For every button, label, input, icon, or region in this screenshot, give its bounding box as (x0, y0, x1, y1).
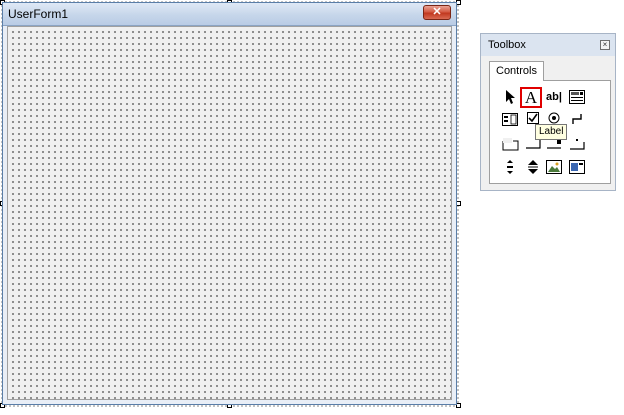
tooltip-label: Label (535, 124, 568, 140)
refedit-icon (569, 160, 585, 174)
tab-controls[interactable]: Controls (489, 61, 544, 81)
spin-button-icon (528, 160, 538, 174)
label-A-icon: A (524, 88, 538, 107)
tabstrip-icon (547, 140, 561, 149)
userform-title: UserForm1 (8, 7, 69, 21)
close-icon: × (602, 40, 608, 49)
userform-close-button[interactable]: ✕ (423, 5, 451, 20)
tool-textbox[interactable]: ab| (543, 87, 565, 108)
tool-image[interactable] (543, 157, 565, 178)
tool-multipage[interactable] (566, 133, 588, 154)
tool-toggle-button[interactable] (566, 109, 588, 130)
tool-label[interactable]: A (520, 87, 542, 108)
scrollbar-icon (507, 160, 513, 174)
tool-combobox[interactable] (566, 87, 588, 108)
listbox-icon (502, 113, 518, 126)
toolbox-title: Toolbox (488, 39, 526, 51)
userform-design-surface[interactable] (7, 26, 452, 400)
frame-icon (502, 138, 518, 151)
multipage-icon (570, 139, 585, 150)
image-icon (546, 160, 562, 174)
toolbox-window[interactable]: Toolbox × Controls A ab| (480, 33, 616, 191)
tool-listbox[interactable] (499, 109, 521, 130)
close-icon: ✕ (432, 6, 442, 18)
checkbox-icon (527, 112, 539, 124)
tool-spin-button[interactable] (522, 157, 544, 178)
toolbox-close-button[interactable]: × (600, 40, 610, 50)
toggle-button-icon (572, 114, 582, 124)
combobox-icon (569, 90, 585, 104)
arrow-pointer-icon (506, 90, 515, 104)
tool-scrollbar[interactable] (499, 157, 521, 178)
tool-refedit[interactable] (566, 157, 588, 178)
command-button-icon (526, 140, 541, 149)
userform-titlebar[interactable]: UserForm1 ✕ (3, 3, 456, 26)
tool-frame[interactable] (499, 133, 521, 154)
option-button-icon (548, 112, 560, 124)
tool-select-objects[interactable] (499, 87, 521, 108)
toolbox-titlebar[interactable]: Toolbox × (481, 34, 615, 56)
userform-window[interactable]: UserForm1 ✕ (2, 2, 457, 405)
textbox-icon: ab| (546, 91, 562, 103)
